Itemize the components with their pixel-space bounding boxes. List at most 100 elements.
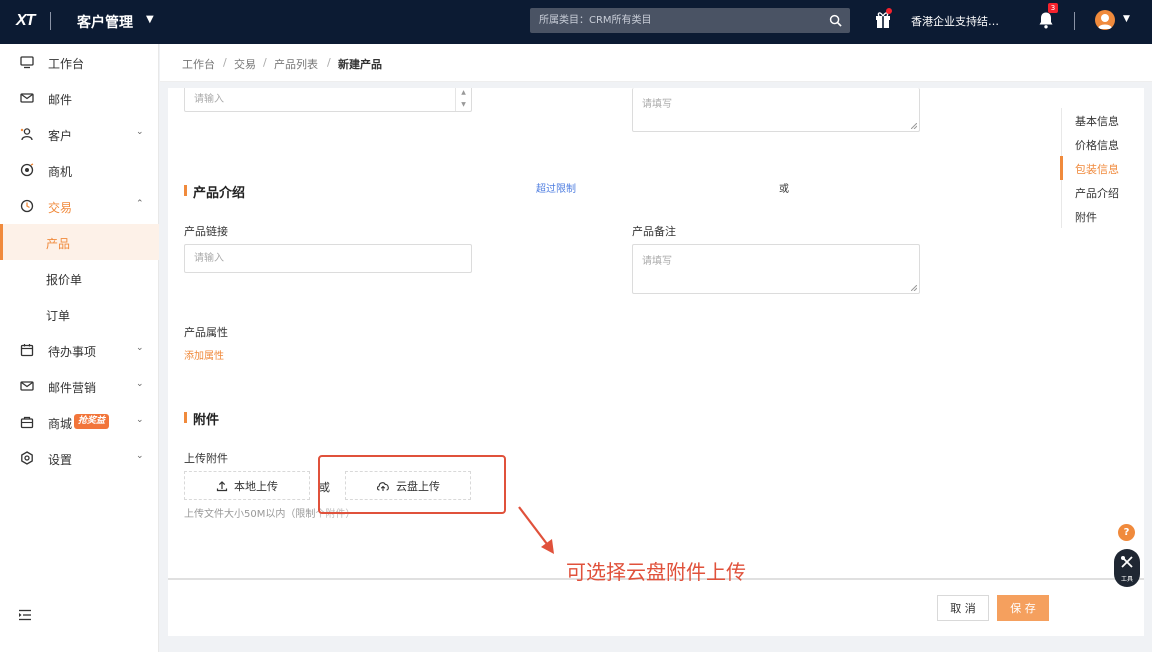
category-search-input[interactable]: [530, 8, 820, 33]
sidebar-item-label: 产品: [46, 237, 71, 251]
breadcrumb-separator: /: [223, 56, 227, 69]
section-indicator: [184, 412, 187, 423]
cancel-button[interactable]: 取 消: [937, 595, 989, 621]
sidebar-item-label: 邮件: [48, 93, 73, 107]
top-textarea[interactable]: [632, 88, 920, 132]
calendar-icon: [20, 344, 34, 357]
anchor-product-intro[interactable]: 产品介绍: [1075, 185, 1119, 201]
local-upload-button[interactable]: 本地上传: [184, 471, 310, 500]
sidebar-item-order[interactable]: 订单: [0, 296, 159, 332]
settings-icon: [21, 451, 33, 465]
form-card: [168, 88, 1144, 636]
product-link-field[interactable]: [185, 245, 471, 272]
notification-count-badge: 3: [1048, 3, 1058, 13]
sidebar-item-store[interactable]: 商城 抢奖益 ⌄: [0, 404, 159, 440]
upload-icon: [216, 480, 228, 491]
resize-handle-icon[interactable]: [911, 123, 917, 129]
sidebar-item-opportunity[interactable]: 商机: [0, 152, 159, 188]
number-stepper[interactable]: ▲ ▼: [455, 88, 471, 111]
sidebar-item-label: 商城: [48, 417, 73, 431]
category-search[interactable]: [530, 8, 850, 33]
add-attribute-link[interactable]: 添加属性: [184, 347, 224, 362]
tools-label: 工具: [1120, 576, 1133, 583]
or-text: 或: [779, 184, 789, 195]
collapse-sidebar-icon[interactable]: [18, 609, 32, 621]
toolbar-divider: [1074, 12, 1075, 30]
logo-divider: [50, 12, 51, 30]
anchor-attachment[interactable]: 附件: [1075, 209, 1097, 225]
stepper-down-icon[interactable]: ▼: [456, 100, 471, 112]
promo-badge: 抢奖益: [74, 414, 110, 429]
sidebar-item-label: 设置: [48, 453, 73, 467]
chevron-up-icon: ⌃: [136, 199, 144, 209]
chevron-down-icon: ⌄: [136, 451, 144, 461]
sidebar-item-workbench[interactable]: 工作台: [0, 44, 159, 80]
sidebar-item-product[interactable]: 产品: [0, 224, 159, 260]
app-logo[interactable]: XT: [16, 12, 35, 30]
chevron-down-icon: ⌄: [136, 379, 144, 389]
exceed-limit-link[interactable]: 超过限制: [536, 180, 576, 195]
product-attr-label: 产品属性: [184, 326, 228, 339]
breadcrumb-separator: /: [263, 56, 267, 69]
sidebar-item-label: 报价单: [46, 273, 83, 287]
resize-handle-icon[interactable]: [911, 285, 917, 291]
anchor-basic-info[interactable]: 基本信息: [1075, 113, 1119, 129]
user-avatar[interactable]: [1095, 10, 1115, 30]
breadcrumb-item-deal[interactable]: 交易: [234, 56, 256, 72]
highlight-box: [318, 455, 506, 514]
deal-icon: [20, 199, 34, 213]
sidebar-item-customer[interactable]: 客户 ⌄: [0, 116, 159, 152]
search-icon[interactable]: [829, 14, 842, 27]
sidebar-item-label: 邮件营销: [48, 381, 97, 395]
sidebar: 工作台 邮件 客户 ⌄ 商机 交易 ⌃ 产品 报价单 订单 待办事项 ⌄ 邮件营…: [0, 44, 159, 652]
local-upload-label: 本地上传: [234, 479, 278, 493]
monitor-icon: [20, 56, 34, 69]
section-indicator: [184, 185, 187, 196]
app-title[interactable]: 客户管理: [77, 12, 133, 32]
product-remark-label: 产品备注: [632, 225, 676, 238]
breadcrumb-separator: /: [327, 56, 331, 69]
sidebar-item-label: 交易: [48, 201, 73, 215]
mail-icon: [20, 93, 34, 103]
number-input-field[interactable]: [185, 88, 471, 111]
company-switcher[interactable]: 香港企业支持结…: [911, 13, 999, 29]
sidebar-item-label: 工作台: [48, 57, 85, 71]
sidebar-item-label: 订单: [46, 309, 71, 323]
product-link-label: 产品链接: [184, 225, 228, 238]
sidebar-item-quote[interactable]: 报价单: [0, 260, 159, 296]
anchor-price-info[interactable]: 价格信息: [1075, 137, 1119, 153]
tools-button[interactable]: 工具: [1114, 549, 1140, 587]
sidebar-item-email-marketing[interactable]: 邮件营销 ⌄: [0, 368, 159, 404]
section-title-attachment: 附件: [193, 413, 220, 428]
app-switch-caret-icon[interactable]: ▼: [146, 14, 154, 25]
top-bar: XT 客户管理 ▼ 香港企业支持结… 3 ▼: [0, 0, 1152, 44]
breadcrumb-item-current: 新建产品: [338, 58, 382, 71]
bell-icon[interactable]: [1038, 11, 1054, 29]
annotation-arrow-icon: [518, 506, 554, 554]
sidebar-item-label: 客户: [48, 129, 73, 143]
product-remark-textarea[interactable]: [632, 244, 920, 294]
top-textarea-field[interactable]: [633, 88, 919, 131]
product-remark-field[interactable]: [633, 245, 919, 293]
store-icon: [20, 416, 34, 429]
sidebar-item-settings[interactable]: 设置 ⌄: [0, 440, 159, 476]
product-link-input[interactable]: [184, 244, 472, 273]
sidebar-item-mail[interactable]: 邮件: [0, 80, 159, 116]
save-button[interactable]: 保 存: [997, 595, 1049, 621]
breadcrumb-item-workbench[interactable]: 工作台: [182, 56, 215, 72]
breadcrumb-item-product-list[interactable]: 产品列表: [274, 56, 318, 72]
opportunity-icon: [20, 163, 34, 177]
stepper-up-icon[interactable]: ▲: [456, 88, 471, 100]
help-button[interactable]: ?: [1118, 524, 1135, 541]
user-menu-caret-icon[interactable]: ▼: [1123, 14, 1130, 24]
sidebar-item-label: 待办事项: [48, 345, 97, 359]
chevron-down-icon: ⌄: [136, 127, 144, 137]
sidebar-item-todo[interactable]: 待办事项 ⌄: [0, 332, 159, 368]
number-input[interactable]: ▲▼: [184, 88, 472, 112]
sidebar-item-deal[interactable]: 交易 ⌃: [0, 188, 159, 224]
annotation-text: 可选择云盘附件上传: [566, 560, 746, 584]
breadcrumb: 工作台 / 交易 / 产品列表 / 新建产品: [160, 44, 1152, 82]
email-marketing-icon: [20, 381, 34, 391]
sidebar-item-label: 商机: [48, 165, 73, 179]
anchor-packaging-info[interactable]: 包装信息: [1075, 161, 1119, 177]
